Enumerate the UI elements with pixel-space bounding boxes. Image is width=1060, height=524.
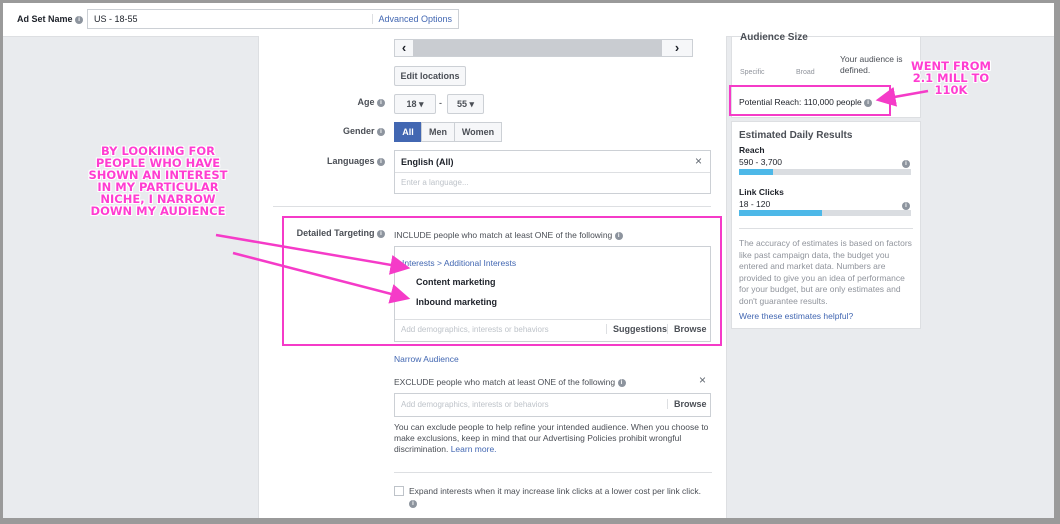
exclude-browse-button[interactable]: Browse [667,399,707,409]
gender-option-women[interactable]: Women [454,122,502,142]
age-max-value: 55 [456,99,467,109]
audience-broad-label: Broad [796,69,815,76]
ad-set-name-label: Ad Set Name i [17,14,84,24]
language-token: English (All) [401,157,454,167]
close-exclude-icon[interactable]: × [699,373,706,387]
age-max-select[interactable]: 55 ▾ [447,94,484,114]
info-icon[interactable]: i [409,499,417,508]
edit-locations-button[interactable]: Edit locations [394,66,466,86]
estimates-helpful-link[interactable]: Were these estimates helpful? [739,311,853,321]
reach-label: Reach [739,145,765,155]
info-icon[interactable]: i [377,127,385,136]
link-clicks-value: 18 - 120 [739,199,771,209]
estimates-note: The accuracy of estimates is based on fa… [739,238,912,306]
info-icon[interactable]: i [902,158,910,168]
location-map-scroller: ‹ › [394,39,693,57]
section-divider [273,206,711,207]
exclude-help-body: You can exclude people to help refine yo… [394,422,709,454]
languages-field[interactable]: English (All) × Enter a language... [394,150,711,194]
caret-down-icon: ▾ [419,99,424,109]
link-clicks-label: Link Clicks [739,187,784,197]
advanced-options-link[interactable]: Advanced Options [372,14,452,24]
highlight-box-detailed-targeting [282,216,722,346]
caret-down-icon: ▾ [469,99,475,109]
reach-bar [739,169,911,175]
languages-label: Languages i [289,156,385,166]
info-icon[interactable]: i [617,378,626,387]
age-label: Age i [289,97,385,107]
reach-value: 590 - 3,700 [739,157,783,167]
expand-interests-checkbox[interactable] [394,486,404,496]
link-clicks-bar [739,210,911,216]
exclude-instructions: EXCLUDE people who match at least ONE of… [394,377,626,387]
age-min-value: 18 [406,99,417,109]
gender-label: Gender i [289,126,385,136]
ad-set-name-label-text: Ad Set Name [17,14,73,24]
estimates-divider [739,228,913,229]
expand-divider [394,472,712,473]
gender-label-text: Gender [342,126,375,136]
languages-label-text: Languages [326,156,375,166]
exclude-help-text: You can exclude people to help refine yo… [394,422,712,455]
reach-bar-fill [739,169,774,175]
age-separator: - [439,98,442,108]
scroll-left-button[interactable]: ‹ [395,40,413,56]
info-icon-glyph: i [902,201,910,210]
expand-interests-text: Expand interests when it may increase li… [409,486,701,496]
link-clicks-bar-fill [739,210,822,216]
gender-option-men[interactable]: Men [421,122,455,142]
ad-set-name-value: US - 18-55 [94,14,138,24]
audience-specific-label: Specific [740,69,765,76]
highlight-box-potential-reach [729,85,891,116]
annotation-right: WENT FROM 2.1 MILL TO 110K [911,59,991,97]
info-icon[interactable]: i [377,157,385,166]
info-icon[interactable]: i [377,98,385,107]
screenshot-frame: Ad Set Name i US - 18-55 Advanced Option… [3,3,1054,518]
exclude-text: EXCLUDE people who match at least ONE of… [394,377,616,387]
learn-more-link[interactable]: Learn more. [451,444,497,454]
remove-language-icon[interactable]: × [695,154,702,168]
info-icon[interactable]: i [902,200,910,210]
age-min-select[interactable]: 18 ▾ [394,94,436,114]
narrow-audience-link[interactable]: Narrow Audience [394,354,459,364]
exclude-input-placeholder: Add demographics, interests or behaviors [401,400,549,409]
expand-interests-label: Expand interests when it may increase li… [409,485,714,509]
scroll-right-button[interactable]: › [662,40,692,56]
ad-set-name-bar: Ad Set Name i US - 18-55 Advanced Option… [3,3,1054,37]
gender-option-all[interactable]: All [394,122,422,142]
audience-size-title: Audience Size [740,32,808,43]
age-label-text: Age [357,97,375,107]
annotation-left: BY LOOKIING FOR PEOPLE WHO HAVE SHOWN AN… [88,144,228,218]
info-icon-glyph: i [902,159,910,168]
language-input-placeholder: Enter a language... [401,178,469,187]
estimated-results-title: Estimated Daily Results [739,130,853,141]
estimated-results-card: Estimated Daily Results Reach 590 - 3,70… [731,121,921,329]
ad-set-name-input[interactable]: US - 18-55 Advanced Options [87,9,459,29]
exclude-targeting-box[interactable]: Add demographics, interests or behaviors… [394,393,711,417]
language-divider [395,172,710,173]
info-icon[interactable]: i [75,15,84,24]
